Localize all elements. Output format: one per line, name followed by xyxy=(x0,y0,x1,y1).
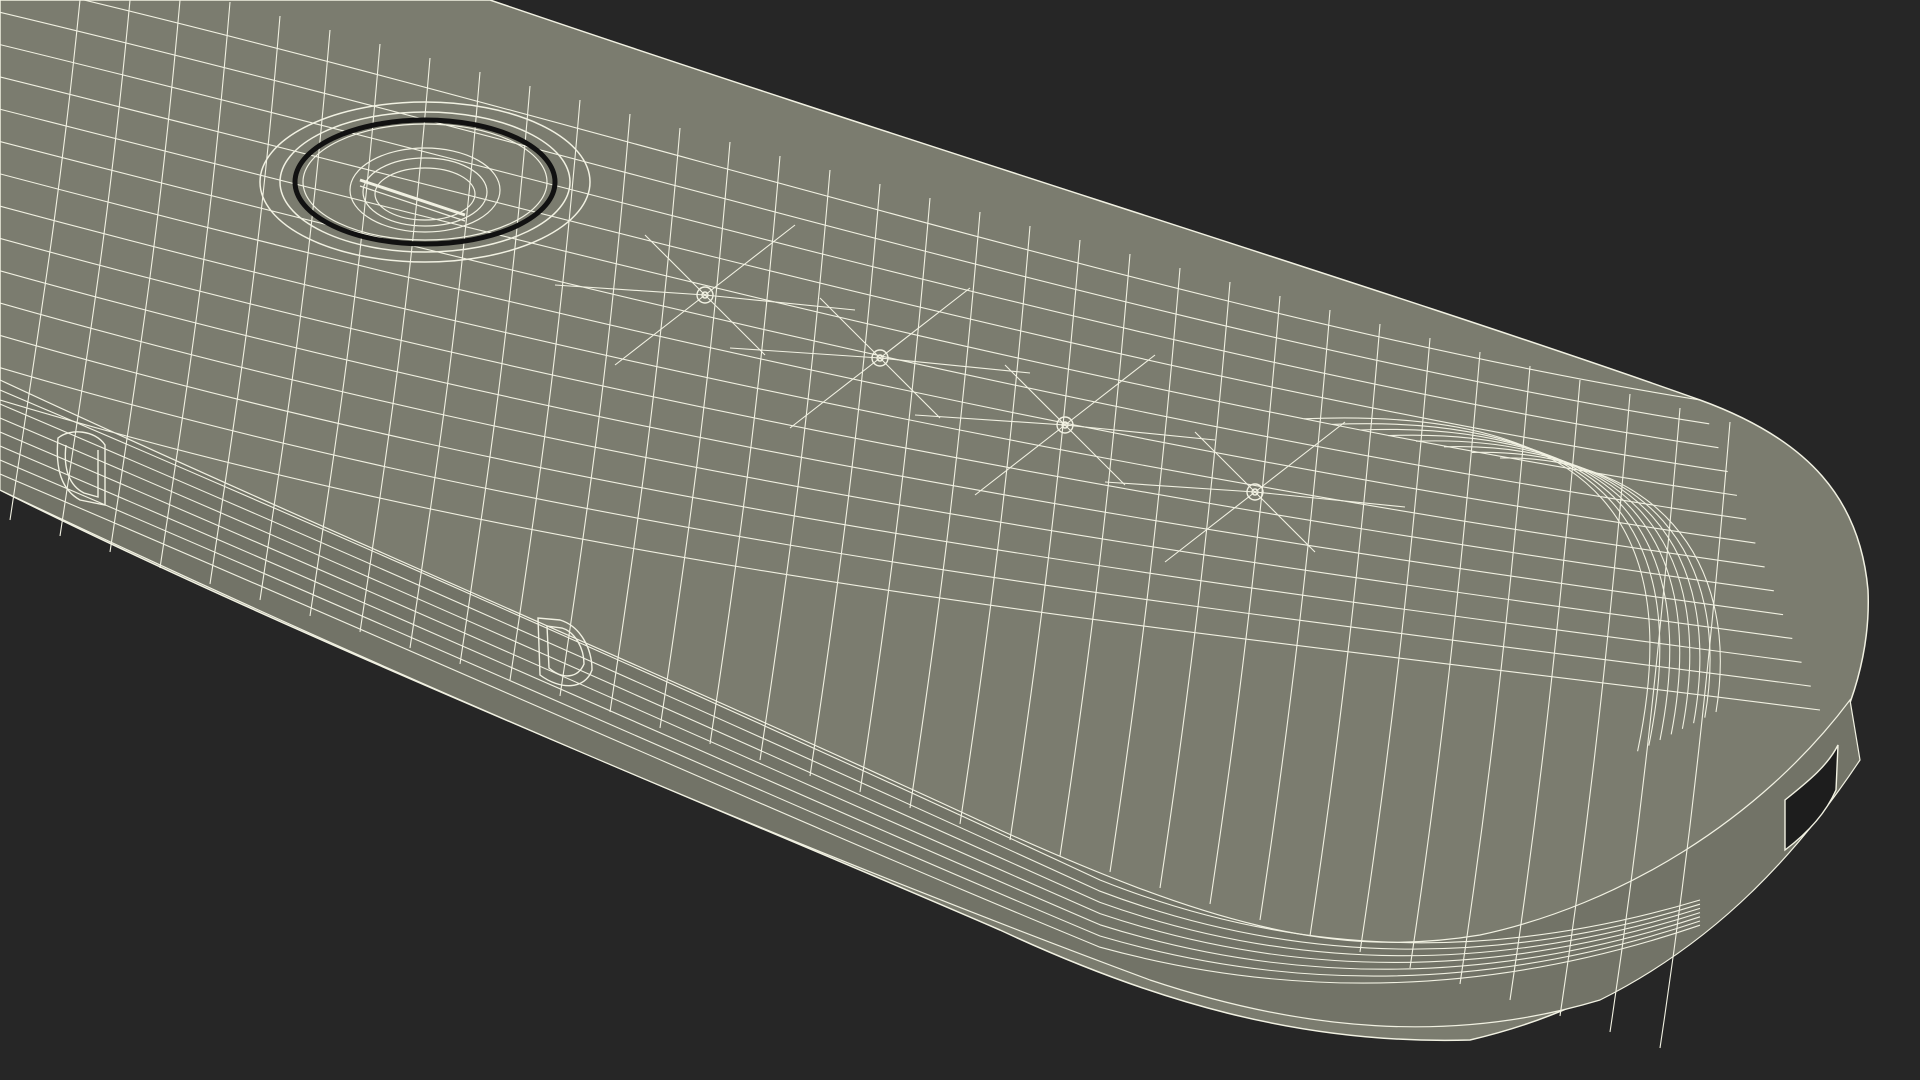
render-viewport xyxy=(0,0,1920,1080)
usb-stick-wireframe xyxy=(0,0,1869,1049)
